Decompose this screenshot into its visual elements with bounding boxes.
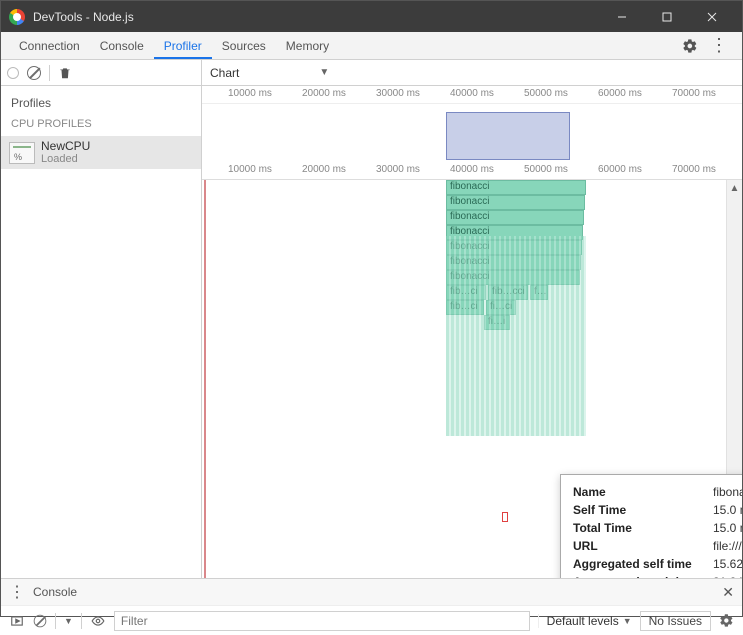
- record-button[interactable]: [7, 67, 19, 79]
- chart-area[interactable]: 10000 ms 20000 ms 30000 ms 40000 ms 50000 ms…: [202, 86, 742, 578]
- ruler-tick: 60000 ms: [598, 88, 642, 99]
- console-settings-icon[interactable]: [719, 613, 734, 628]
- body: Profiles CPU PROFILES NewCPU Loaded 1000…: [1, 86, 742, 578]
- scroll-up-icon[interactable]: ▲: [727, 180, 742, 196]
- drawer-close-icon[interactable]: ✕: [722, 584, 734, 601]
- flame-ruler[interactable]: 10000 ms 20000 ms 30000 ms 40000 ms 50000 ms…: [202, 162, 742, 180]
- flame-frame[interactable]: fibonacci: [446, 180, 586, 195]
- tooltip-row: Aggregated self time15.62 ms: [573, 557, 742, 571]
- tabbar: Connection Console Profiler Sources Memo…: [1, 32, 742, 60]
- tab-profiler[interactable]: Profiler: [154, 33, 212, 59]
- frame-tooltip: NamefibonacciSelf Time15.0 msTotal Time1…: [560, 474, 742, 578]
- ruler-tick: 40000 ms: [450, 88, 494, 99]
- console-drawer: ⋮ Console ✕ ▼ Default levels ▼ No Issues: [1, 578, 742, 635]
- chevron-down-icon: ▼: [623, 616, 632, 626]
- ruler-tick: 30000 ms: [376, 88, 420, 99]
- separator: [49, 65, 50, 81]
- tooltip-value: fibonacci: [713, 485, 742, 499]
- maximize-button[interactable]: [644, 1, 689, 32]
- flame-frame[interactable]: fibonacci: [446, 210, 584, 225]
- tooltip-value: file:///D:/home/site/wwwroot/server.js:1…: [713, 539, 742, 553]
- execution-context-icon[interactable]: [9, 614, 25, 628]
- log-levels-label: Default levels: [547, 614, 619, 628]
- ruler-tick: 20000 ms: [302, 164, 346, 175]
- ruler-tick: 10000 ms: [228, 164, 272, 175]
- ruler-tick: 40000 ms: [450, 164, 494, 175]
- window-controls: [599, 1, 734, 32]
- chrome-icon: [9, 9, 25, 25]
- close-button[interactable]: [689, 1, 734, 32]
- filter-input[interactable]: [114, 611, 530, 631]
- tooltip-row: Namefibonacci: [573, 485, 742, 499]
- sidebar-heading: Profiles: [1, 86, 201, 116]
- profile-name: NewCPU: [41, 140, 90, 153]
- ruler-tick: 50000 ms: [524, 164, 568, 175]
- tooltip-row: URLfile:///D:/home/site/wwwroot/server.j…: [573, 539, 742, 553]
- flame-frame[interactable]: fibonacci: [446, 195, 585, 210]
- tooltip-row: Self Time15.0 ms: [573, 503, 742, 517]
- profiler-toolbar: Chart ▼: [1, 60, 742, 86]
- drawer-kebab-icon[interactable]: ⋮: [9, 582, 25, 602]
- left-tools: [1, 60, 202, 85]
- overview-activity-block: [446, 112, 570, 160]
- profile-status: Loaded: [41, 153, 90, 165]
- profile-icon: [9, 142, 35, 164]
- activity-marker: [502, 512, 508, 522]
- ruler-tick: 70000 ms: [672, 88, 716, 99]
- tab-connection[interactable]: Connection: [9, 33, 90, 59]
- drawer-header: ⋮ Console ✕: [1, 579, 742, 605]
- ruler-tick: 70000 ms: [672, 164, 716, 175]
- tooltip-key: Self Time: [573, 503, 713, 517]
- no-issues-button[interactable]: No Issues: [640, 611, 711, 631]
- delete-icon[interactable]: [58, 66, 72, 80]
- ruler-tick: 30000 ms: [376, 164, 420, 175]
- clear-button[interactable]: [27, 66, 41, 80]
- separator: [55, 613, 56, 629]
- drawer-title[interactable]: Console: [33, 585, 77, 599]
- tooltip-value: 15.62 ms: [713, 557, 742, 571]
- tab-console[interactable]: Console: [90, 33, 154, 59]
- drawer-toolbar: ▼ Default levels ▼ No Issues: [1, 605, 742, 635]
- ruler-tick: 50000 ms: [524, 88, 568, 99]
- separator: [81, 613, 82, 629]
- minimize-button[interactable]: [599, 1, 644, 32]
- view-selector-label: Chart: [210, 66, 239, 80]
- sidebar: Profiles CPU PROFILES NewCPU Loaded: [1, 86, 202, 578]
- tab-memory[interactable]: Memory: [276, 33, 339, 59]
- tooltip-value: 15.0 ms: [713, 521, 742, 535]
- ruler-tick: 20000 ms: [302, 88, 346, 99]
- overview-ruler[interactable]: 10000 ms 20000 ms 30000 ms 40000 ms 50000 ms…: [202, 86, 742, 104]
- tooltip-key: Aggregated self time: [573, 557, 713, 571]
- ruler-tick: 10000 ms: [228, 88, 272, 99]
- tooltip-row: Total Time15.0 ms: [573, 521, 742, 535]
- tooltip-key: Name: [573, 485, 713, 499]
- tooltip-key: Total Time: [573, 521, 713, 535]
- tooltip-row: Aggregated total time31.24 ms: [573, 575, 742, 578]
- tooltip-value: 31.24 ms: [713, 575, 742, 578]
- live-expression-icon[interactable]: [90, 614, 106, 628]
- ruler-tick: 60000 ms: [598, 164, 642, 175]
- overview-strip[interactable]: [202, 104, 742, 162]
- tooltip-value: 15.0 ms: [713, 503, 742, 517]
- flame-deep-stacks: [446, 236, 586, 436]
- tooltip-key: URL: [573, 539, 713, 553]
- titlebar: DevTools - Node.js: [1, 1, 742, 32]
- log-levels-select[interactable]: Default levels ▼: [538, 614, 632, 628]
- clear-console-icon[interactable]: [34, 614, 47, 627]
- window-title: DevTools - Node.js: [33, 10, 599, 24]
- chevron-down-icon[interactable]: ▼: [64, 616, 73, 626]
- right-tools: Chart ▼: [202, 60, 742, 85]
- tooltip-key: Aggregated total time: [573, 575, 713, 578]
- chevron-down-icon: ▼: [319, 67, 329, 78]
- tab-sources[interactable]: Sources: [212, 33, 276, 59]
- view-selector[interactable]: Chart ▼: [210, 66, 329, 80]
- sidebar-section-label: CPU PROFILES: [1, 116, 201, 136]
- settings-icon[interactable]: [676, 34, 704, 58]
- profile-item[interactable]: NewCPU Loaded: [1, 136, 201, 169]
- kebab-icon[interactable]: ⋮: [704, 31, 734, 60]
